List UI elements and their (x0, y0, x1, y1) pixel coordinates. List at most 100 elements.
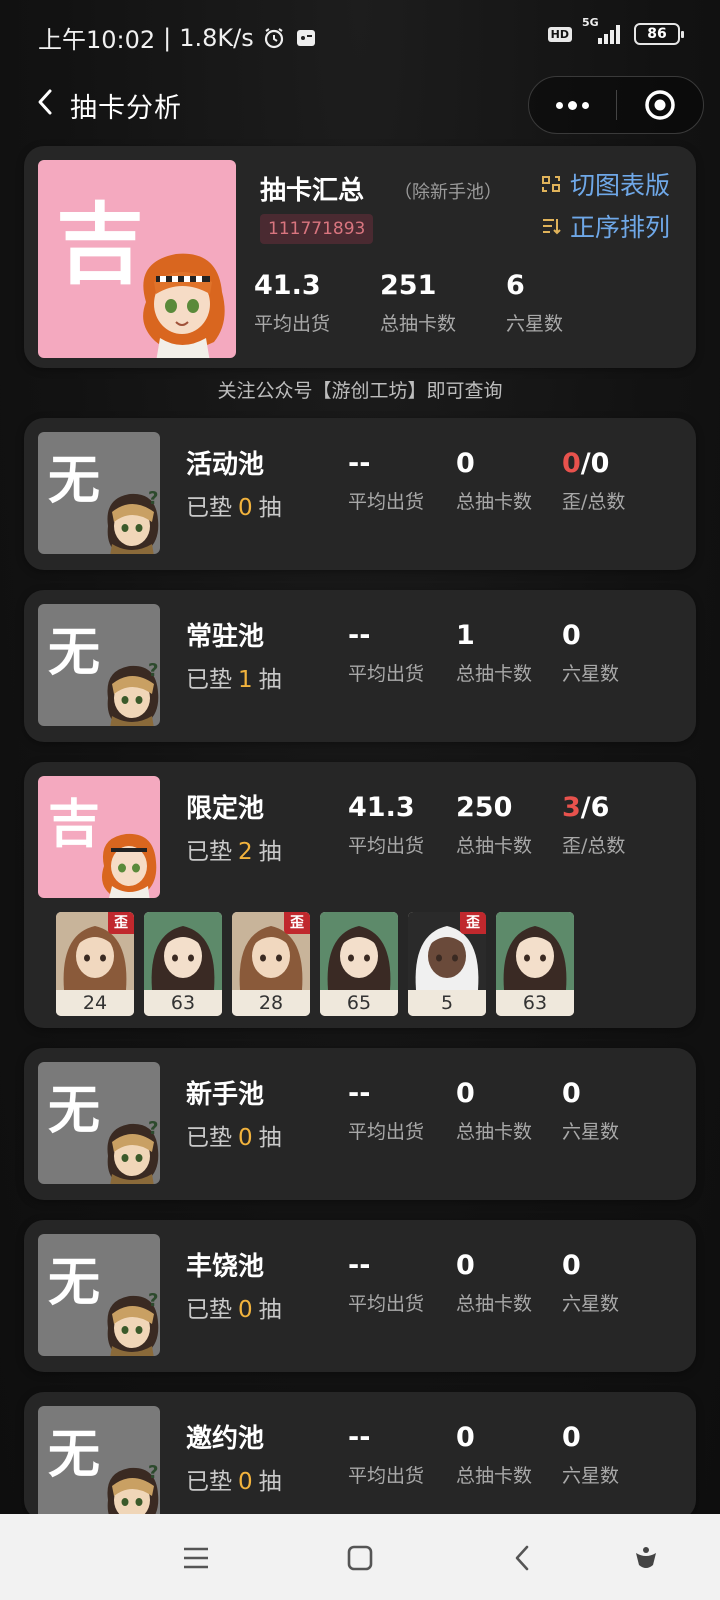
back-triangle-icon (515, 1545, 529, 1571)
pool-stat-avg: -- 平均出货 (348, 1078, 424, 1144)
back-nav-button[interactable] (502, 1538, 542, 1578)
svg-text:?: ? (148, 1118, 158, 1139)
pity-count: 2 (238, 839, 253, 865)
pity-count: 0 (238, 1469, 253, 1495)
pity-count: 0 (238, 1125, 253, 1151)
stat-value: 0/0 (562, 448, 625, 479)
stat-label: 平均出货 (348, 1293, 425, 1315)
system-nav-bar (0, 1514, 720, 1600)
pity-prefix: 已垫 (186, 839, 232, 865)
switch-chart-button[interactable]: 切图表版 (540, 166, 670, 202)
signal-icon: 5G (582, 16, 624, 46)
stat-value: 41.3 (254, 270, 321, 301)
character-portrait-icon (320, 912, 398, 990)
battery-indicator: 86 (634, 23, 684, 45)
character-pull-count: 5 (408, 990, 486, 1016)
sort-icon (543, 219, 561, 235)
character-pull-count: 63 (496, 990, 574, 1016)
pool-card[interactable]: 无? 活动池 已垫 0 抽 -- 平均出货 0 总抽卡数 0/0 歪/总数 (24, 418, 696, 570)
character-pull-count: 24 (56, 990, 134, 1016)
avatar-glyph: 吉 (48, 794, 101, 855)
unknown-character-icon: ? (107, 1290, 158, 1356)
unknown-character-icon: ? (107, 1118, 158, 1184)
notice-text: 关注公众号【游创工坊】即可查询 (217, 380, 503, 402)
network-type: 5G (582, 16, 599, 29)
pool-stat-avg: 41.3 平均出货 (348, 792, 424, 858)
stat-label: 平均出货 (348, 835, 425, 857)
pool-stat-third: 0 六星数 (562, 1422, 619, 1488)
character-card[interactable]: 5歪 (408, 912, 486, 1016)
assistant-button[interactable] (626, 1538, 666, 1578)
pool-avatar: 吉 (38, 776, 160, 898)
pool-card[interactable]: 无? 丰饶池 已垫 0 抽 -- 平均出货 0 总抽卡数 0 六星数 (24, 1220, 696, 1372)
pool-name: 新手池 (186, 1080, 265, 1110)
game-controller-icon (294, 26, 318, 50)
stat-value: -- (348, 448, 371, 479)
pool-name: 活动池 (186, 450, 265, 480)
stat-label: 平均出货 (348, 663, 425, 685)
stat-value: 41.3 (348, 792, 415, 823)
sort-order-button[interactable]: 正序排列 (540, 208, 670, 244)
pity-count: 1 (238, 667, 253, 693)
status-separator: | (163, 23, 172, 52)
stat-value-rest: 0 (562, 620, 581, 651)
off-banner-tag: 歪 (284, 912, 310, 934)
off-banner-tag: 歪 (460, 912, 486, 934)
home-square-icon (347, 1545, 373, 1571)
pool-card[interactable]: 无? 常驻池 已垫 1 抽 -- 平均出货 1 总抽卡数 0 六星数 (24, 590, 696, 742)
assistant-icon (636, 1547, 656, 1568)
stat-value: 0 (562, 1250, 619, 1281)
home-button[interactable] (340, 1538, 380, 1578)
stat-value: 251 (380, 270, 437, 301)
svg-text:?: ? (148, 1462, 158, 1483)
pity-prefix: 已垫 (186, 1297, 232, 1323)
pool-name: 常驻池 (186, 622, 265, 652)
avatar-glyph: 无 (48, 1080, 101, 1141)
stat-label: 平均出货 (348, 491, 425, 513)
pool-card[interactable]: 吉 限定池 已垫 2 抽 41.3 平均出货 250 总抽卡数 3/6 歪/总数 24 歪 63 28 歪 65… (24, 762, 696, 1028)
avatar-glyph: 无 (48, 622, 101, 683)
close-miniprogram-button[interactable] (617, 88, 703, 122)
character-card[interactable]: 24 歪 (56, 912, 134, 1016)
back-button[interactable] (30, 84, 60, 120)
pool-stat-total: 0 总抽卡数 (456, 1422, 532, 1488)
stat-value: 0 (562, 1078, 619, 1109)
more-button[interactable] (529, 100, 616, 110)
miniprogram-capsule (528, 76, 704, 134)
character-card[interactable]: 65 (320, 912, 398, 1016)
pool-card[interactable]: 无? 新手池 已垫 0 抽 -- 平均出货 0 总抽卡数 0 六星数 (24, 1048, 696, 1200)
stat-label: 平均出货 (348, 1465, 425, 1487)
switch-chart-label: 切图表版 (570, 171, 671, 200)
avatar-glyph: 无 (48, 1252, 101, 1313)
pity-prefix: 已垫 (186, 1469, 232, 1495)
pool-stat-third: 0/0 歪/总数 (562, 448, 625, 514)
stat-label: 六星数 (562, 663, 620, 685)
switch-icon (542, 176, 560, 192)
pool-card[interactable]: 无? 邀约池 已垫 0 抽 -- 平均出货 0 总抽卡数 0 六星数 (24, 1392, 696, 1528)
sort-order-label: 正序排列 (570, 213, 671, 242)
summary-avatar: 吉 (38, 160, 236, 358)
stat-value: 0 (562, 620, 619, 651)
summary-title: 抽卡汇总 (260, 176, 365, 206)
character-card[interactable]: 28 歪 (232, 912, 310, 1016)
stat-label: 平均出货 (254, 313, 331, 335)
avatar-glyph: 无 (48, 1424, 101, 1485)
unknown-character-icon: ? (107, 660, 158, 726)
stat-value: -- (348, 1422, 371, 1453)
pool-avatar: 无? (38, 1406, 160, 1528)
character-pull-count: 65 (320, 990, 398, 1016)
character-card[interactable]: 63 (144, 912, 222, 1016)
pity-suffix: 抽 (258, 1297, 282, 1323)
pool-name: 限定池 (186, 794, 265, 824)
menu-button[interactable] (176, 1538, 216, 1578)
pity-count: 0 (238, 1297, 253, 1323)
stat-value-rest: /6 (580, 792, 610, 823)
character-card[interactable]: 63 (496, 912, 574, 1016)
status-net-speed: 1.8K/s (179, 23, 254, 52)
pool-avatar: 无? (38, 1234, 160, 1356)
stat-value: 0 (456, 1250, 475, 1281)
stat-value: 6 (506, 270, 525, 301)
stat-label: 六星数 (562, 1121, 620, 1143)
stat-value-highlight: 3 (562, 792, 581, 823)
pool-pity: 已垫 0 抽 (186, 1462, 282, 1496)
